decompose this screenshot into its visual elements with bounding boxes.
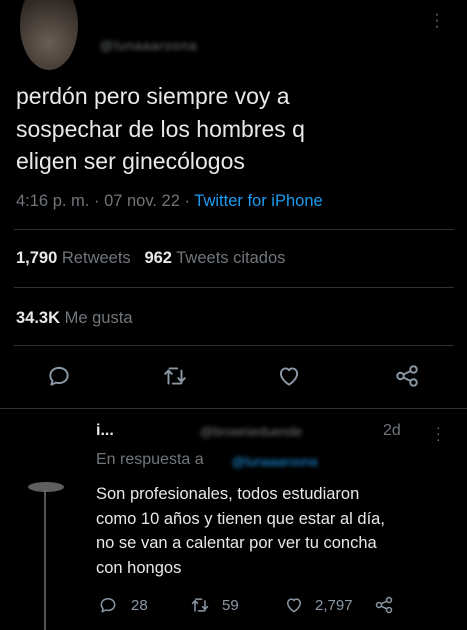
tweet-text: perdón pero siempre voy a sospechar de l… (16, 80, 446, 178)
retweets-stat[interactable]: 1,790 Retweets (16, 249, 131, 267)
tweet-engagement-stats: 1,790 Retweets 962 Tweets citados (16, 249, 285, 268)
divider (14, 229, 454, 230)
tweet-text-line: eligen ser ginecólogos (16, 148, 245, 174)
heart-icon[interactable] (284, 595, 304, 615)
tweet-text-line: perdón pero siempre voy a (16, 83, 290, 109)
reply-text-line: con hongos (96, 558, 182, 577)
quotes-stat[interactable]: 962 Tweets citados (144, 249, 285, 267)
share-icon[interactable] (374, 595, 394, 615)
retweet-icon[interactable] (162, 363, 188, 389)
tweet-meta: 4:16 p. m. · 07 nov. 22 · Twitter for iP… (16, 192, 323, 211)
reply-icon[interactable] (98, 595, 118, 615)
reply-time[interactable]: 2d (383, 422, 401, 440)
reply-count: 28 (131, 597, 148, 614)
like-count: 2,797 (315, 597, 353, 614)
tweet-source[interactable]: Twitter for iPhone (194, 192, 322, 210)
meta-separator: · (93, 192, 100, 210)
reply-text-line: no se van a calentar por ver tu concha (96, 534, 377, 552)
replying-to-handle[interactable]: @lunaaaroona (232, 454, 372, 469)
divider (0, 408, 467, 409)
reply-text-line: como 10 años y tienen que estar al día, (96, 509, 385, 528)
tweet-date[interactable]: 07 nov. 22 (104, 192, 180, 210)
heart-icon[interactable] (276, 363, 302, 389)
reply-text: Son profesionales, todos estudiaron como… (96, 482, 456, 580)
more-vertical-icon[interactable]: · · · (436, 420, 441, 446)
share-icon[interactable] (394, 363, 420, 389)
retweet-icon[interactable] (190, 595, 210, 615)
thread-line (44, 490, 46, 630)
replying-to-label: En respuesta a (96, 451, 204, 468)
reply-text-line: Son profesionales, todos estudiaron (96, 485, 360, 503)
likes-stat[interactable]: 34.3K Me gusta (16, 309, 133, 328)
reply-author-name[interactable]: i... (96, 422, 114, 440)
reply-icon[interactable] (46, 363, 72, 389)
author-avatar[interactable] (20, 0, 78, 70)
reply-author-handle[interactable]: @brownieduende (200, 424, 375, 439)
divider (14, 345, 454, 346)
retweet-count: 59 (222, 597, 239, 614)
tweet-time[interactable]: 4:16 p. m. (16, 192, 89, 210)
meta-separator: · (184, 192, 191, 210)
tweet-text-line: sospechar de los hombres q (16, 115, 305, 142)
more-vertical-icon[interactable]: · · · (432, 7, 442, 35)
reply-avatar[interactable] (28, 482, 64, 492)
divider (14, 287, 454, 288)
author-handle[interactable]: @lunaaaroona (100, 38, 220, 53)
